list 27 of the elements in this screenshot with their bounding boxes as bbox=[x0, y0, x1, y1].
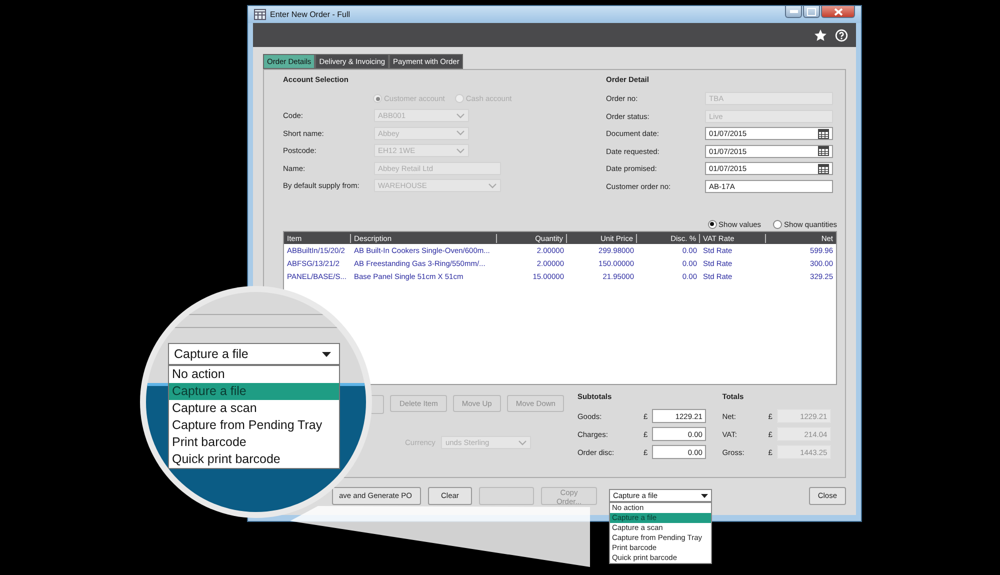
maximize-button[interactable] bbox=[803, 6, 820, 18]
action-dropdown[interactable]: Capture a file bbox=[168, 343, 340, 365]
close-button[interactable] bbox=[821, 6, 855, 18]
calendar-icon[interactable] bbox=[818, 128, 829, 139]
close-icon bbox=[834, 8, 842, 16]
maximize-icon bbox=[807, 8, 816, 16]
dropdown-option[interactable]: Capture from Pending Tray bbox=[169, 417, 339, 434]
chevron-icon bbox=[456, 130, 465, 136]
dropdown-option[interactable]: Capture a scan bbox=[169, 400, 339, 417]
calendar-icon[interactable] bbox=[818, 164, 829, 174]
dropdown-option[interactable]: Print barcode bbox=[169, 434, 339, 451]
chevron-icon bbox=[488, 182, 497, 189]
caret-icon bbox=[700, 494, 708, 498]
help-icon[interactable] bbox=[835, 28, 848, 42]
minimize-icon bbox=[790, 10, 798, 13]
app-icon bbox=[254, 9, 266, 20]
chevron-icon bbox=[456, 112, 465, 119]
dropdown-option[interactable]: No action bbox=[169, 366, 339, 383]
dropdown-option[interactable]: Capture a file bbox=[169, 383, 339, 400]
window-title: Enter New Order - Full bbox=[270, 10, 350, 19]
minimize-button[interactable] bbox=[785, 6, 802, 18]
calendar-icon[interactable] bbox=[818, 146, 829, 156]
chevron-icon bbox=[456, 148, 465, 154]
star-icon[interactable] bbox=[814, 28, 827, 42]
dropdown-option[interactable]: Quick print barcode bbox=[169, 451, 339, 468]
caret-icon bbox=[322, 352, 331, 356]
chevron-icon bbox=[518, 440, 528, 446]
